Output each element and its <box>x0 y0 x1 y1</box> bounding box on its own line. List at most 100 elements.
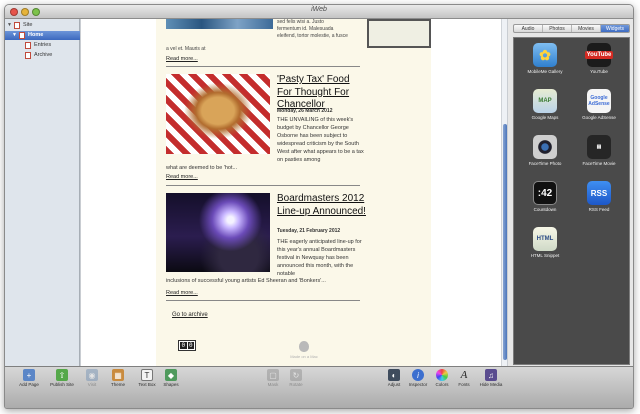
publish-site-button[interactable]: ⇧ Publish Site <box>47 369 77 387</box>
tab-audio[interactable]: Audio <box>514 25 543 32</box>
toolbar-label: Publish Site <box>50 382 74 387</box>
colors-icon: ● <box>436 369 448 381</box>
read-more-link[interactable]: Read more... <box>166 56 198 62</box>
widget-mobileme-gallery[interactable]: ✿ MobileMe Gallery <box>520 43 570 74</box>
visit-icon: ◉ <box>86 369 98 381</box>
shapes-icon: ◆ <box>165 369 177 381</box>
youtube-logo-text: YouTube <box>584 51 614 59</box>
widget-rss-feed[interactable]: RSS RSS Feed <box>574 181 624 212</box>
adjust-icon: ◐ <box>388 369 400 381</box>
article-body[interactable]: THE eagerly anticipated line-up for this… <box>277 238 365 278</box>
article-date: Tuesday, 21 February 2012 <box>277 228 341 234</box>
widget-countdown[interactable]: :42 Countdown <box>520 181 570 212</box>
maps-icon: MAP <box>533 89 557 113</box>
divider <box>166 185 360 186</box>
text-line: fermentum id. Malesuada <box>277 26 334 32</box>
article-body[interactable]: THE UNVAILING of this week's budget by C… <box>277 116 365 164</box>
sidebar-item-site[interactable]: ▼ Site <box>5 21 80 30</box>
widget-grid: ✿ MobileMe Gallery YouTube YouTube MAP G… <box>513 37 630 365</box>
toolbar-label: Add Page <box>19 382 39 387</box>
widget-google-maps[interactable]: MAP Google Maps <box>520 89 570 120</box>
article-body-continued[interactable]: what are deemed to be 'hot... <box>166 164 366 172</box>
read-more-link[interactable]: Read more... <box>166 290 198 296</box>
go-to-archive-link[interactable]: Go to archive <box>172 312 208 318</box>
window-title: iWeb <box>311 6 327 13</box>
sidebar-item-label: Entries <box>34 42 52 48</box>
entries-page-icon <box>25 42 31 49</box>
counter-digit: 0 <box>180 342 187 349</box>
divider <box>166 66 360 67</box>
site-icon <box>14 22 20 29</box>
article-title[interactable]: Boardmasters 2012 Line-up Announced! <box>277 193 367 218</box>
widget-google-adsense[interactable]: Google AdSense Google AdSense <box>574 89 624 120</box>
widget-youtube[interactable]: YouTube YouTube <box>574 43 624 74</box>
fonts-icon: A <box>460 369 468 381</box>
hide-media-button[interactable]: ♫ Hide Media <box>476 369 506 387</box>
facetime-icon <box>533 135 557 159</box>
disclosure-triangle-icon[interactable]: ▼ <box>7 21 12 30</box>
sidebar-item-entries[interactable]: Entries <box>5 41 80 50</box>
fonts-button[interactable]: A Fonts <box>449 369 479 387</box>
made-on-a-mac-badge[interactable]: Made on a Mac <box>274 354 334 359</box>
rotate-button[interactable]: ↻ Rotate <box>281 369 311 387</box>
vertical-scrollbar[interactable] <box>501 19 507 366</box>
sidebar-item-home[interactable]: ▼ Home <box>5 31 80 40</box>
blog-page: sed felis wisi a. Justo fermentum id. Ma… <box>156 19 431 366</box>
article-text-fragment[interactable]: a vel et. Mauris at <box>166 46 205 53</box>
sidebar-item-archive[interactable]: Archive <box>5 51 80 60</box>
tab-movies[interactable]: Movies <box>572 25 601 32</box>
placeholder-box[interactable] <box>367 19 431 48</box>
widget-label: MobileMe Gallery <box>527 69 563 74</box>
shapes-button[interactable]: ◆ Shapes <box>156 369 186 387</box>
add-page-button[interactable]: + Add Page <box>14 369 44 387</box>
article-date: Monday, 26 March 2012 <box>277 108 333 114</box>
rotate-icon: ↻ <box>290 369 302 381</box>
article-text-fragment[interactable]: sed felis wisi a. Justo fermentum id. Ma… <box>277 19 367 40</box>
widget-label: Countdown <box>533 207 557 212</box>
counter-digit: 0 <box>187 342 194 349</box>
tab-photos[interactable]: Photos <box>543 25 572 32</box>
theme-button[interactable]: ▦ Theme <box>103 369 133 387</box>
toolbar-label: Theme <box>110 382 125 387</box>
bottom-toolbar: + Add Page ⇧ Publish Site ◉ Visit ▦ Them… <box>5 366 633 408</box>
divider <box>166 300 360 301</box>
media-icon: ♫ <box>485 369 497 381</box>
toolbar-label: Hide Media <box>479 382 503 387</box>
mask-icon: ▢ <box>267 369 279 381</box>
widget-html-snippet[interactable]: HTML HTML Snippet <box>520 227 570 258</box>
countdown-icon: :42 <box>533 181 557 205</box>
inspector-icon: i <box>412 369 424 381</box>
blog-page-icon <box>19 32 25 39</box>
disclosure-triangle-icon[interactable]: ▼ <box>12 31 17 40</box>
title-bar: iWeb <box>5 5 633 19</box>
read-more-link[interactable]: Read more... <box>166 174 198 180</box>
scrollbar-thumb[interactable] <box>503 124 507 360</box>
theme-icon: ▦ <box>112 369 124 381</box>
widget-label: Google Maps <box>531 115 559 120</box>
widget-facetime-movie[interactable]: ▤ FaceTime Movie <box>574 135 624 166</box>
widget-label: HTML Snippet <box>530 253 560 258</box>
add-page-icon: + <box>23 369 35 381</box>
sidebar-item-label: Site <box>23 22 33 28</box>
widget-facetime-photo[interactable]: FaceTime Photo <box>520 135 570 166</box>
concert-photo[interactable] <box>166 193 270 272</box>
tab-widgets[interactable]: Widgets <box>601 25 629 32</box>
article-body-continued[interactable]: inclusions of successful young artists E… <box>166 277 366 285</box>
movie-icon: ▤ <box>587 135 611 159</box>
article-title[interactable]: 'Pasty Tax' Food For Thought For Chancel… <box>277 74 367 112</box>
publish-icon: ⇧ <box>56 369 68 381</box>
text-line: sed felis wisi a. Justo <box>277 19 324 25</box>
widget-label: YouTube <box>590 69 608 74</box>
rss-icon: RSS <box>587 181 611 205</box>
article-image-partial[interactable] <box>166 19 273 29</box>
toolbar-label: Fonts <box>458 382 470 387</box>
media-tabs: Audio Photos Movies Widgets <box>513 24 630 33</box>
widget-label: RSS Feed <box>588 207 610 212</box>
youtube-icon: YouTube <box>584 43 614 67</box>
toolbar-label: Rotate <box>289 382 303 387</box>
media-browser: Audio Photos Movies Widgets ✿ MobileMe G… <box>508 19 633 366</box>
page-canvas: sed felis wisi a. Justo fermentum id. Ma… <box>81 19 507 366</box>
text-line: eleifend, tortor molestie, a fusce <box>277 33 348 39</box>
hit-counter[interactable]: 0 0 <box>178 340 196 351</box>
pasty-photo[interactable] <box>166 74 270 154</box>
